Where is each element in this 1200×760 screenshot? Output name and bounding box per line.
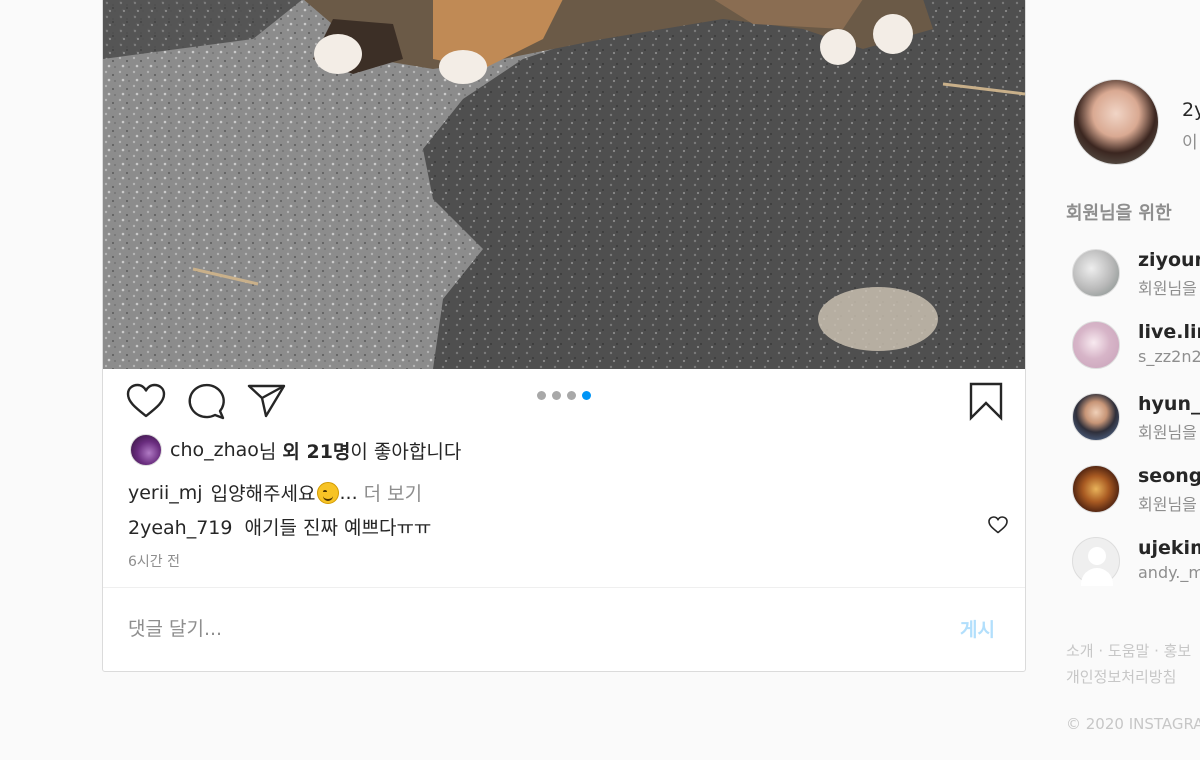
post-timestamp[interactable]: 6시간 전 xyxy=(128,551,180,571)
carousel-dot xyxy=(552,391,561,400)
my-profile-avatar[interactable] xyxy=(1073,79,1159,165)
post-comment-button[interactable]: 게시 xyxy=(960,615,995,642)
share-button[interactable] xyxy=(247,383,287,419)
comment-bubble-icon xyxy=(188,383,225,420)
suggestion-username[interactable]: seongr xyxy=(1138,465,1200,487)
carousel-dot xyxy=(567,391,576,400)
suggestion-username[interactable]: hyun_c xyxy=(1138,393,1200,415)
suggestion-avatar[interactable] xyxy=(1072,321,1120,369)
suggestion-avatar[interactable] xyxy=(1072,249,1120,297)
footer-links-line1[interactable]: 소개 · 도움말 · 홍보 xyxy=(1066,638,1191,664)
footer-links: 소개 · 도움말 · 홍보 개인정보처리방침 xyxy=(1066,638,1191,690)
carousel-dot-active xyxy=(582,391,591,400)
cat-photo-image xyxy=(103,0,1025,369)
liker-username[interactable]: cho_zhao xyxy=(170,439,259,461)
caption-ellipsis: ... xyxy=(339,481,358,504)
bookmark-icon xyxy=(969,382,1003,421)
suggestion-avatar[interactable] xyxy=(1072,465,1120,513)
suggestion-subtitle: andy._m xyxy=(1138,563,1200,582)
carousel-indicator xyxy=(537,391,591,400)
comment-button[interactable] xyxy=(186,383,226,421)
comment-text: 애기들 진짜 예쁘다ㅠㅠ xyxy=(244,517,432,539)
divider xyxy=(103,587,1025,588)
suggestion-item[interactable]: seongr 회원님을 xyxy=(1072,465,1200,517)
caption-text: 입양해주세요 xyxy=(210,483,316,505)
my-username[interactable]: 2y xyxy=(1182,99,1200,121)
default-avatar-icon[interactable] xyxy=(1072,537,1120,586)
likes-tail: 이 좋아합니다 xyxy=(350,440,462,463)
comment-input[interactable] xyxy=(128,613,928,645)
caption-username[interactable]: yerii_mj xyxy=(128,482,203,504)
likes-summary: cho_zhao 님 외 21명 이 좋아합니다 xyxy=(130,434,461,466)
suggestion-item[interactable]: ujekim andy._m xyxy=(1072,537,1200,589)
suggestions-title: 회원님을 위한 xyxy=(1066,203,1172,224)
suggestion-item[interactable]: hyun_c 회원님을 xyxy=(1072,393,1200,445)
comment-row: 2yeah_719 애기들 진짜 예쁘다ㅠㅠ xyxy=(128,513,1008,540)
more-link[interactable]: 더 보기 xyxy=(364,479,422,506)
suggestion-username[interactable]: ziyoun xyxy=(1138,249,1200,271)
suggestion-item[interactable]: ziyoun 회원님을 xyxy=(1072,249,1200,301)
paper-plane-icon xyxy=(247,384,286,418)
save-button[interactable] xyxy=(968,381,1004,421)
suggestion-username[interactable]: live.lim xyxy=(1138,321,1200,343)
comment-like-button[interactable] xyxy=(988,516,1008,539)
suggestion-subtitle: 회원님을 xyxy=(1138,423,1197,442)
like-button[interactable] xyxy=(126,383,166,419)
footer-links-line2[interactable]: 개인정보처리방침 xyxy=(1066,664,1191,690)
heart-icon xyxy=(988,516,1008,534)
carousel-dot xyxy=(537,391,546,400)
suggestion-item[interactable]: live.lim s_zz2n2_ xyxy=(1072,321,1200,373)
suggestion-username[interactable]: ujekim xyxy=(1138,537,1200,559)
post-photo[interactable] xyxy=(103,0,1025,369)
my-display-name: 이 xyxy=(1182,133,1198,153)
likes-others-link[interactable]: 외 21명 xyxy=(282,437,350,464)
suggestion-avatar[interactable] xyxy=(1072,393,1120,441)
suggestion-subtitle: s_zz2n2_ xyxy=(1138,347,1200,366)
feed-post: cho_zhao 님 외 21명 이 좋아합니다 yerii_mj 입양해주세요… xyxy=(102,0,1026,672)
copyright: © 2020 INSTAGRA xyxy=(1066,715,1200,733)
post-caption: yerii_mj 입양해주세요 ... 더 보기 xyxy=(128,479,422,506)
liker-suffix: 님 xyxy=(258,440,277,463)
suggestion-subtitle: 회원님을 xyxy=(1138,279,1197,298)
suggestion-subtitle: 회원님을 xyxy=(1138,495,1197,514)
right-sidebar: 2y 이 회원님을 위한 ziyoun 회원님을 live.lim s_zz2n… xyxy=(1066,0,1200,760)
heart-icon xyxy=(126,383,166,418)
comment-username[interactable]: 2yeah_719 xyxy=(128,517,232,539)
liker-avatar[interactable] xyxy=(130,434,162,466)
smiling-face-emoji-icon xyxy=(317,481,340,504)
